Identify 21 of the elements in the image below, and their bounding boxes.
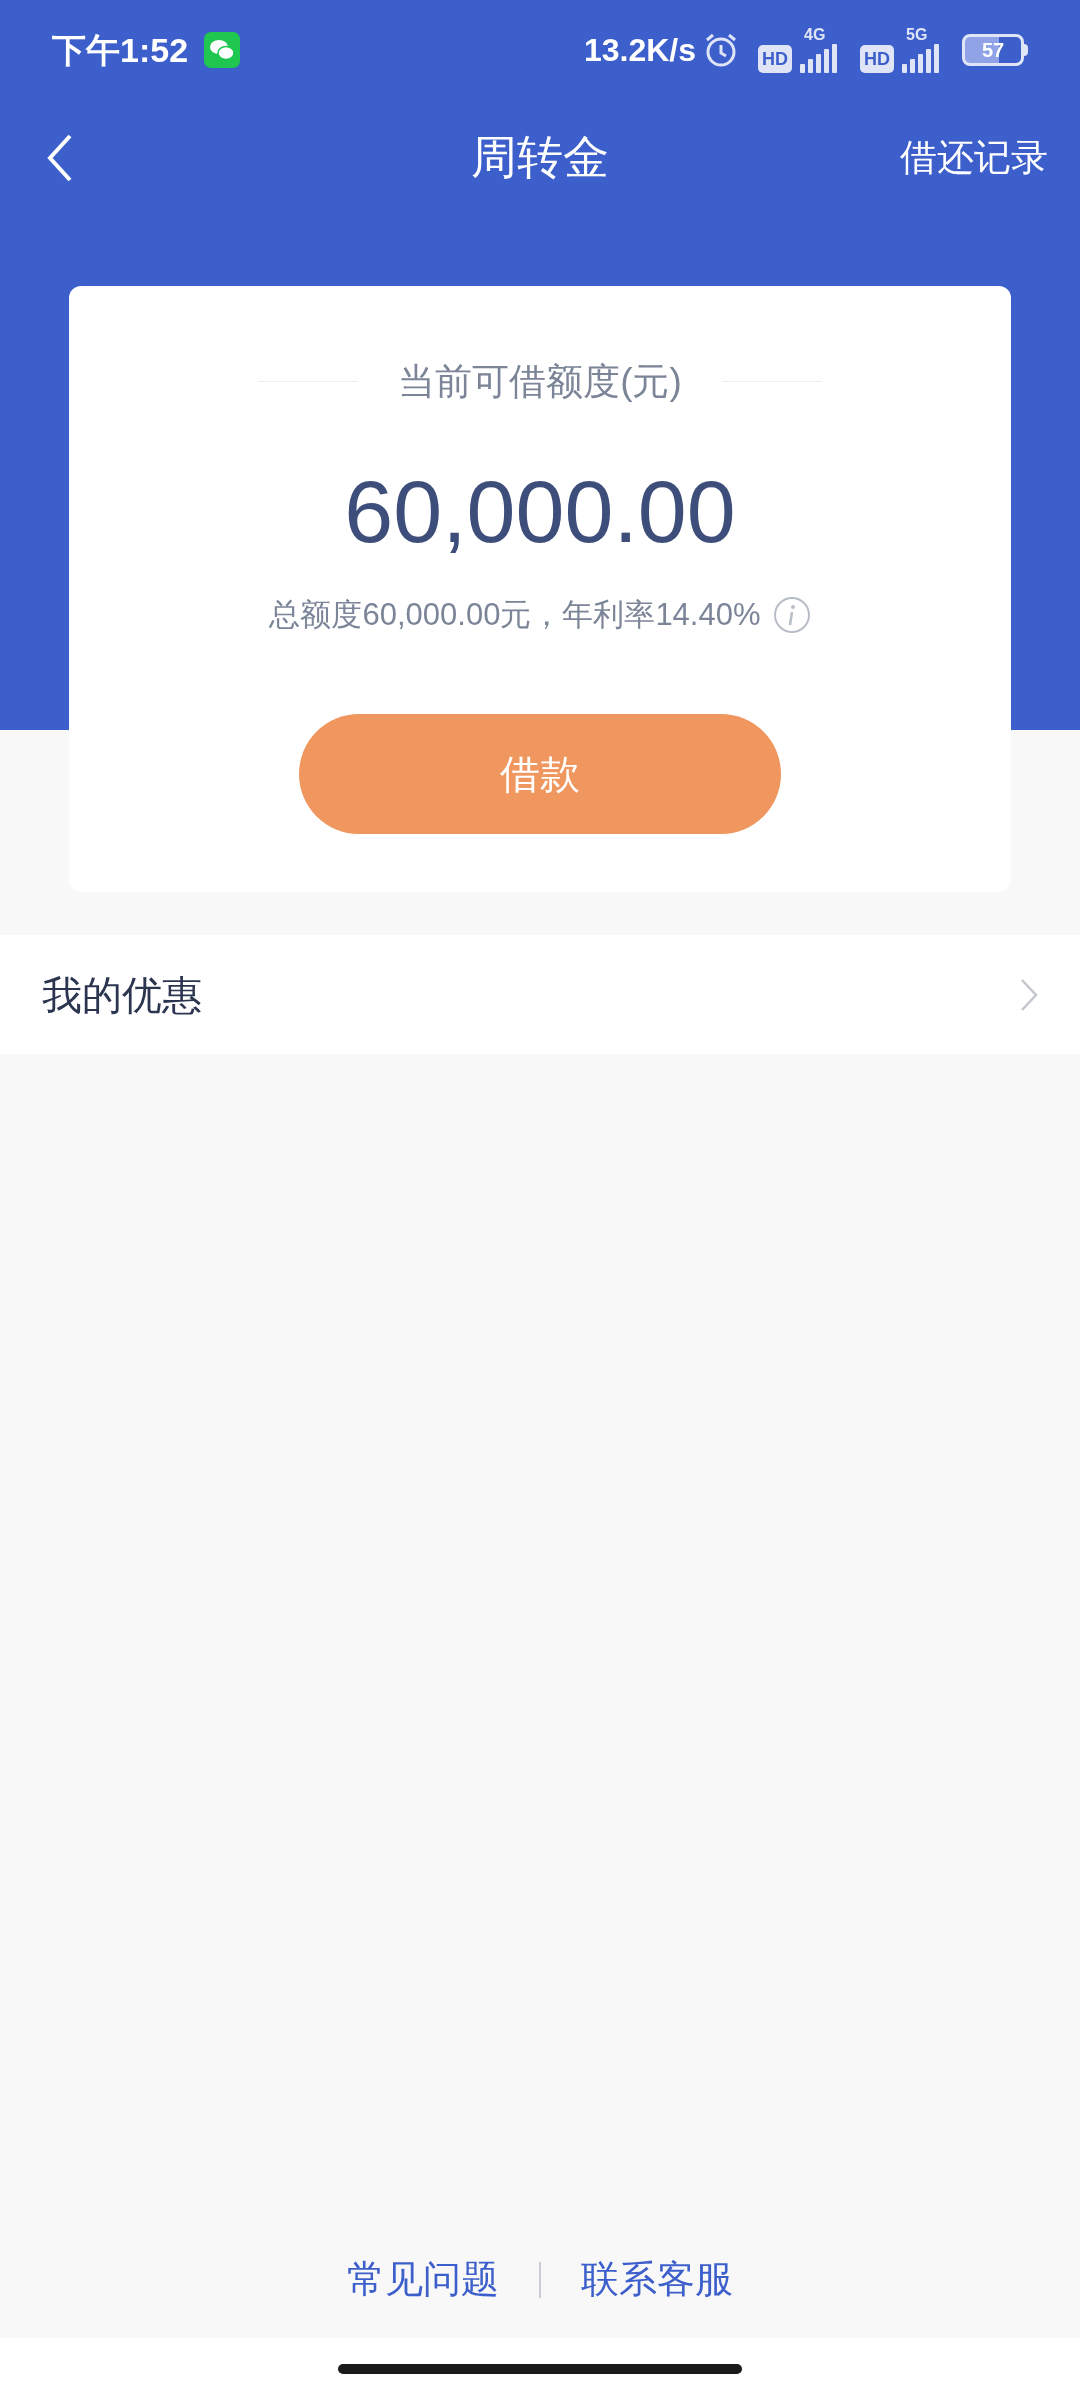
hd-badge: HD (860, 45, 894, 73)
network-label: 5G (906, 27, 928, 43)
page-title: 周转金 (471, 130, 609, 185)
chevron-icon (1020, 977, 1038, 1012)
home-indicator[interactable] (338, 2364, 742, 2374)
hd-badge: HD (758, 45, 792, 73)
signal-icon (800, 43, 840, 73)
alarm-icon (704, 32, 738, 68)
network-label: 4G (804, 27, 826, 43)
info-icon[interactable] (772, 595, 811, 634)
limit-label: 当前可借额度(元) (398, 360, 682, 404)
footer-link[interactable]: 常见问题 (347, 2251, 499, 2308)
status-time: 下午1:52 (52, 29, 189, 71)
available-amount: 60,000.00 (344, 467, 736, 556)
offers-row[interactable]: 我的优惠 (0, 935, 1080, 1054)
limit-summary: 总额度60,000.00元，年利率14.40% (269, 595, 761, 634)
footer-link[interactable]: 联系客服 (581, 2251, 733, 2308)
network-speed: 13.2K/s (583, 31, 696, 70)
signal-icon (902, 43, 942, 73)
chat-app-icon (204, 32, 241, 68)
history-link[interactable]: 借还记录 (900, 129, 1048, 186)
